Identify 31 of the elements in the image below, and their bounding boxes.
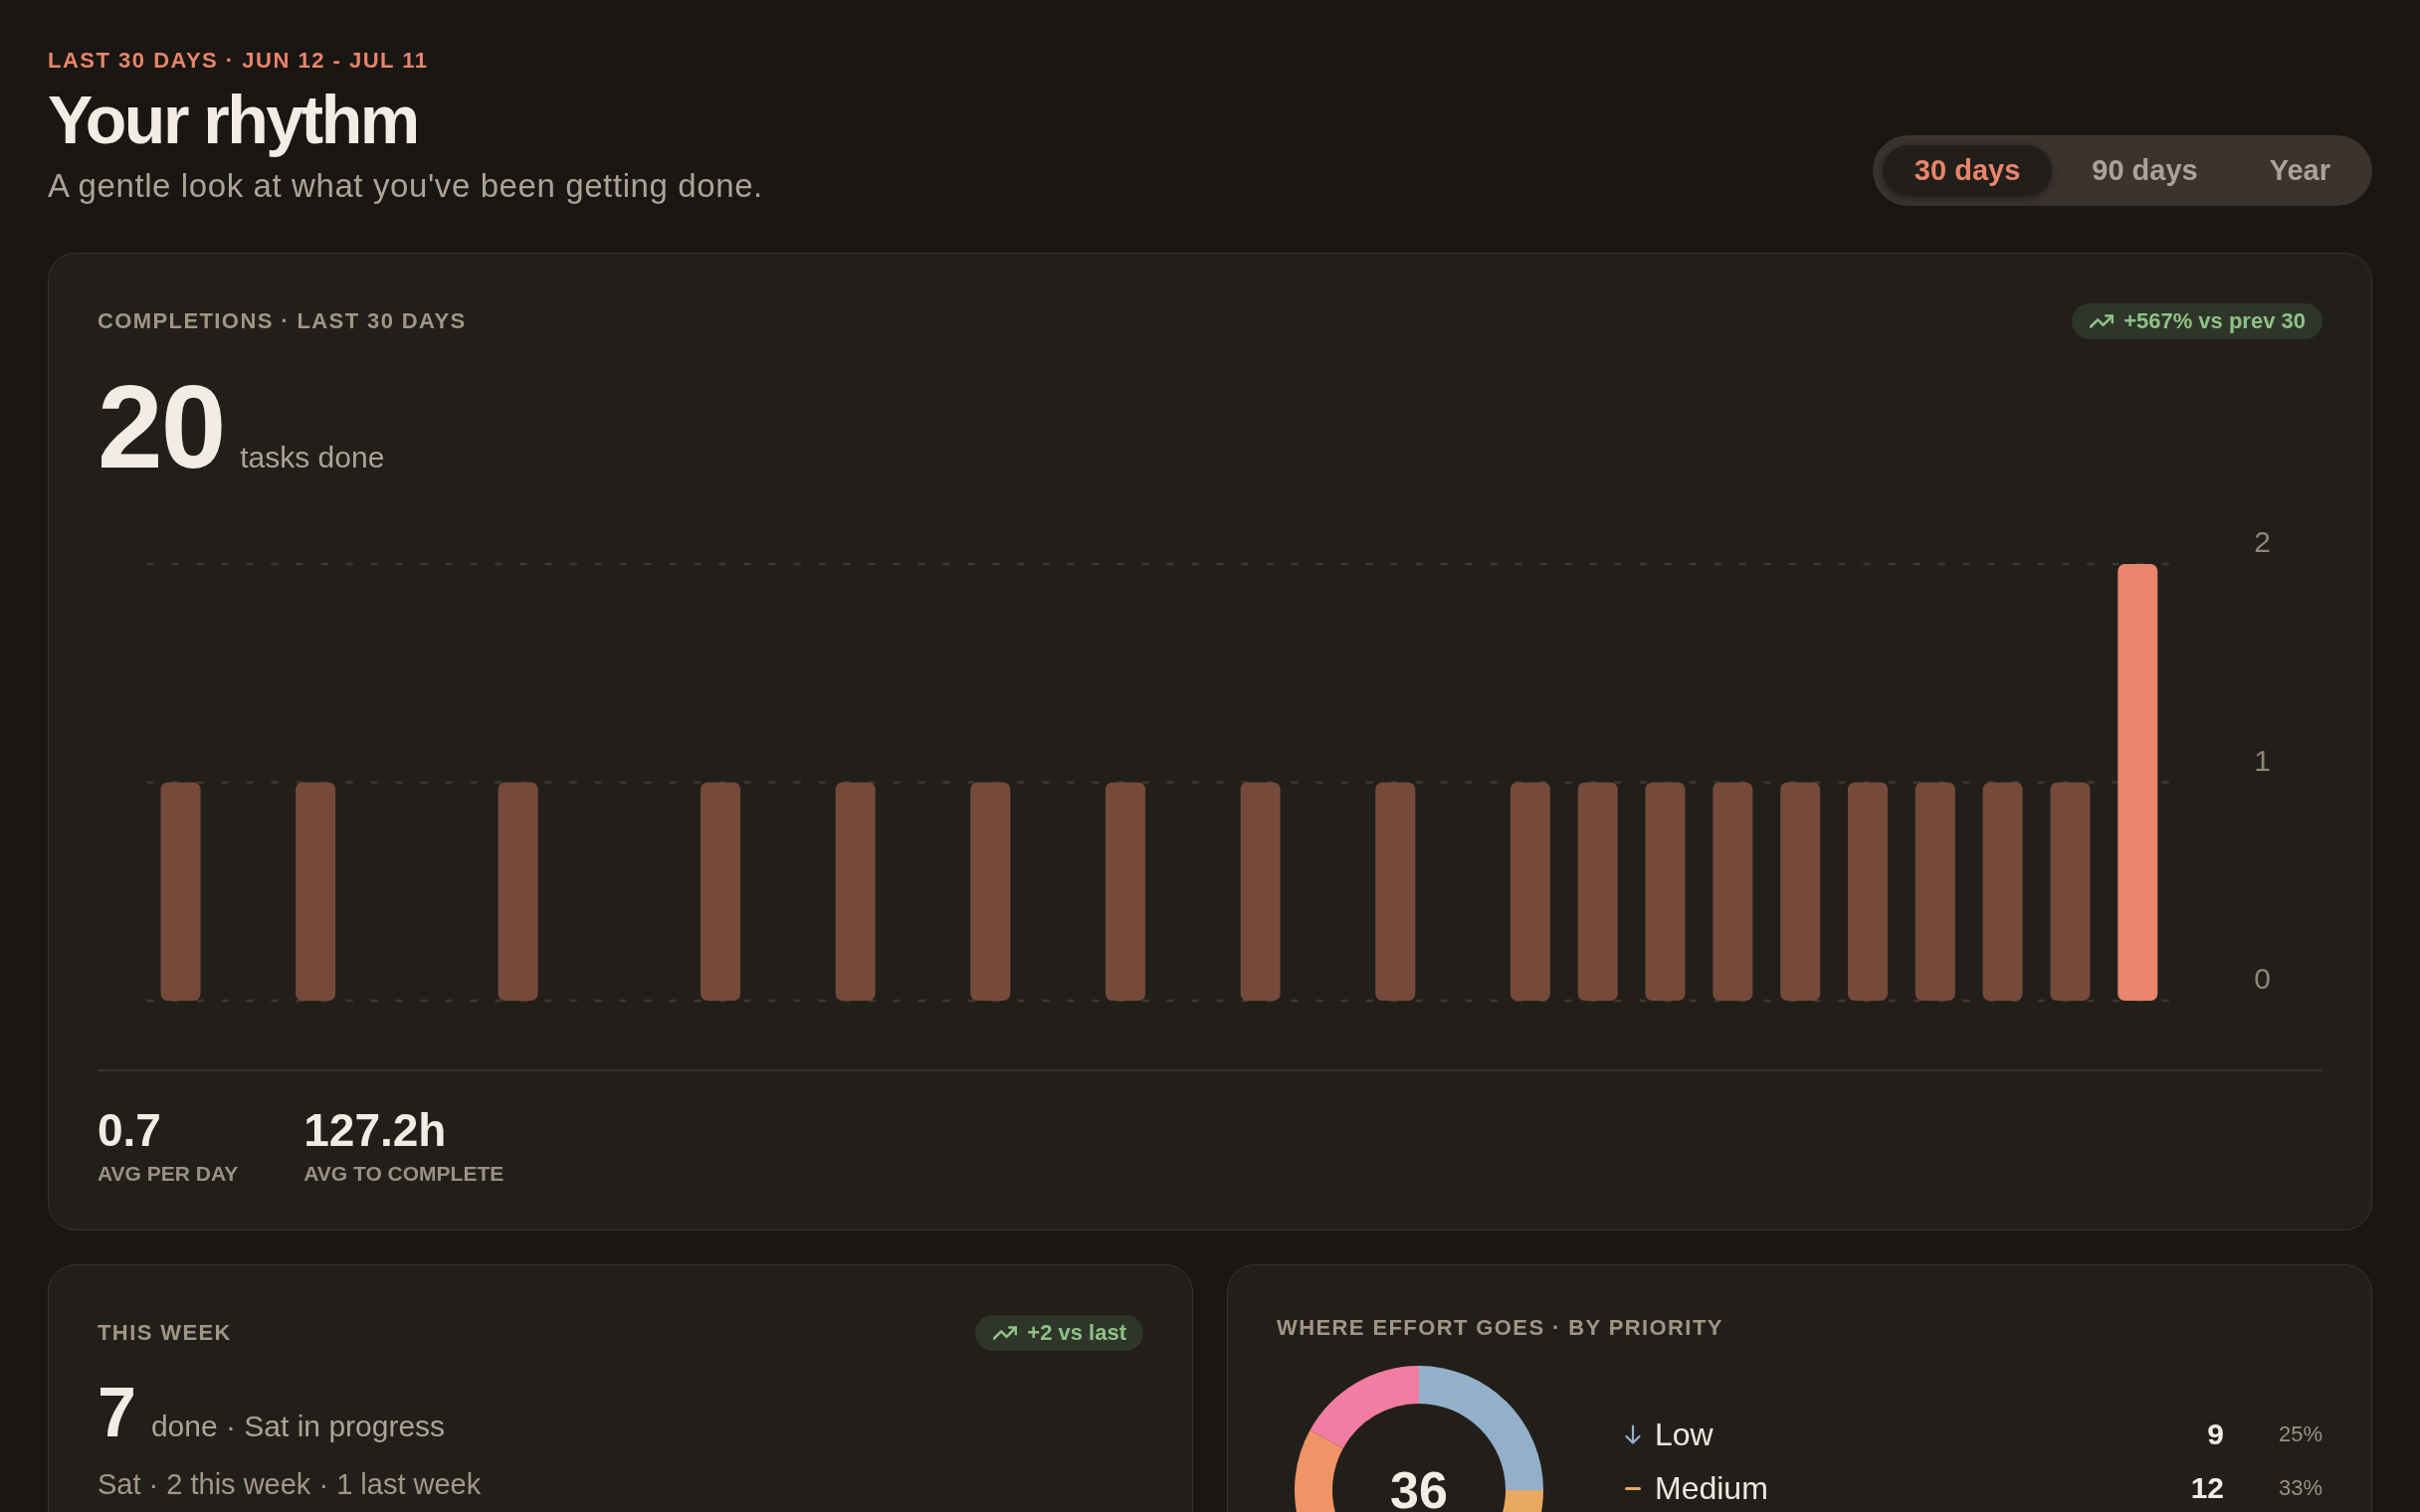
stat-label: AVG TO COMPLETE <box>303 1161 504 1186</box>
stat-label: AVG PER DAY <box>98 1161 239 1186</box>
trend-text: +567% vs prev 30 <box>2123 308 2306 334</box>
axis-label: 2 <box>2254 525 2271 558</box>
axis-label: 1 <box>2254 743 2271 777</box>
week-caption: done · Sat in progress <box>150 1409 446 1444</box>
priority-label: Low <box>1655 1416 1714 1453</box>
range-tab[interactable]: 30 days <box>1882 145 2053 196</box>
date-range-eyebrow: LAST 30 DAYS · JUN 12 - JUL 11 <box>48 48 429 74</box>
trending-up-icon <box>993 1326 1018 1340</box>
stat-value: 0.7 <box>98 1105 162 1156</box>
priority-label: Medium <box>1655 1469 1769 1507</box>
card-label: THIS WEEK <box>98 1320 232 1346</box>
priority-share: 25% <box>2277 1421 2322 1447</box>
trend-text: +2 vs last <box>1027 1320 1126 1346</box>
priority-count: 9 <box>2207 1417 2224 1452</box>
page-subtitle: A gentle look at what you've been getting done. <box>48 166 763 206</box>
week-count: 7 <box>98 1378 134 1447</box>
stat-value: 127.2h <box>303 1105 448 1156</box>
card-label: COMPLETIONS · LAST 30 DAYS <box>98 308 467 334</box>
priority-share: 33% <box>2277 1475 2322 1501</box>
axis-label: 0 <box>2254 962 2271 995</box>
week-detail: Sat · 2 this week · 1 last week <box>98 1467 483 1501</box>
card-label: WHERE EFFORT GOES · BY PRIORITY <box>1277 1315 1723 1341</box>
donut-total: 36 <box>1390 1464 1448 1512</box>
range-tab[interactable]: Year <box>2237 145 2362 196</box>
total-count: 20 <box>98 368 225 485</box>
priority-count: 12 <box>2190 1470 2224 1506</box>
trending-up-icon <box>2090 314 2115 328</box>
total-caption: tasks done <box>240 440 385 475</box>
range-tab[interactable]: 90 days <box>2060 145 2230 196</box>
